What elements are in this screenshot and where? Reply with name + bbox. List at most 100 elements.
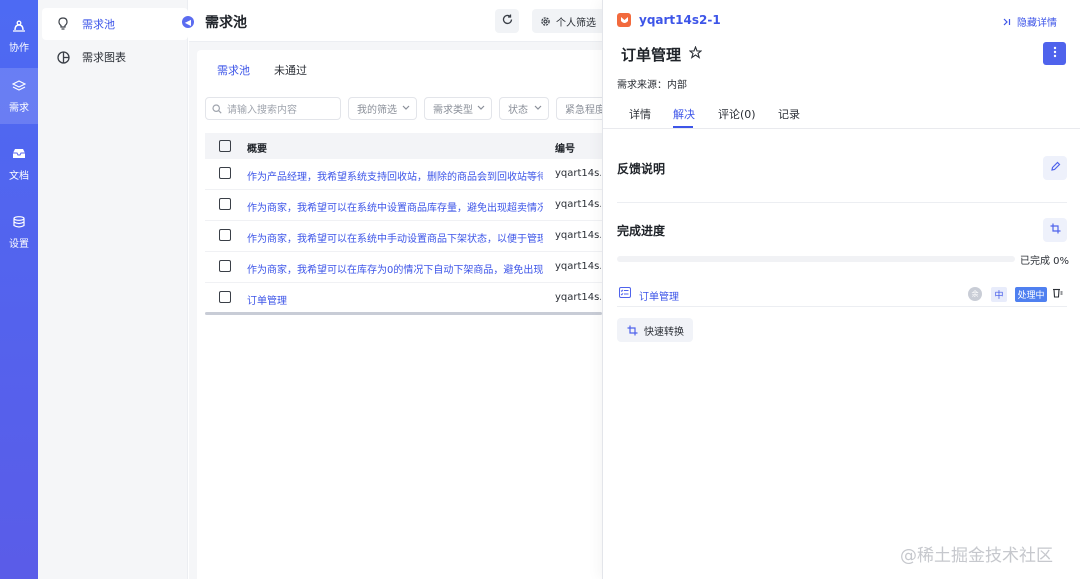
table-row[interactable]: 订单管理 yqart14s...	[205, 283, 602, 314]
row-checkbox[interactable]	[219, 260, 231, 272]
requirement-type-dropdown[interactable]: 需求类型	[424, 97, 492, 120]
page-title: 需求池	[205, 15, 247, 31]
rail-item-collab[interactable]: 协作	[0, 8, 38, 64]
team-icon	[12, 19, 26, 33]
refresh-button[interactable]	[495, 9, 519, 33]
rail-item-requirements[interactable]: 需求	[0, 68, 38, 124]
chevron-down-icon	[402, 103, 410, 111]
column-header-summary: 概要	[247, 144, 267, 155]
chevron-down-icon	[477, 103, 485, 111]
collapse-right-icon	[1003, 18, 1011, 26]
refresh-icon	[502, 14, 513, 28]
row-code: yqart14s...	[555, 230, 601, 241]
tab-comments[interactable]: 评论(0)	[718, 106, 756, 122]
quick-convert-label: 快速转换	[644, 326, 684, 338]
dropdown-label: 状态	[508, 105, 528, 116]
rail-item-settings[interactable]: 设置	[0, 204, 38, 260]
avatar[interactable]: 余	[968, 287, 982, 301]
subnav-item-label: 需求图表	[82, 51, 126, 64]
dropdown-label: 需求类型	[433, 105, 473, 116]
search-placeholder: 请输入搜索内容	[227, 105, 297, 116]
subnav-item-requirement-chart[interactable]: 需求图表	[42, 41, 188, 73]
table-row[interactable]: 作为商家，我希望可以在库存为0的情况下自动下架商品，避免出现超 yqart14s…	[205, 252, 602, 283]
sub-requirement-row[interactable]: 订单管理 余 中 处理中	[617, 283, 1067, 307]
status-dropdown[interactable]: 状态	[499, 97, 549, 120]
tab-requirement-pool[interactable]: 需求池	[217, 62, 250, 86]
database-icon	[12, 215, 26, 229]
dropdown-label: 紧急程度	[565, 105, 605, 116]
table-row[interactable]: 作为商家，我希望可以在系统中设置商品库存量，避免出现超卖情况 yqart14s.…	[205, 190, 602, 221]
chevron-left-icon: ◀	[184, 17, 192, 27]
active-tab-indicator	[673, 126, 693, 128]
detail-tabs: 详情 解决 评论(0) 记录	[603, 102, 1080, 129]
rail-item-label: 设置	[9, 238, 29, 250]
sub-nav: 需求池 需求图表	[38, 0, 188, 579]
quick-convert-button[interactable]: 快速转换	[617, 318, 693, 342]
row-title-link[interactable]: 作为商家，我希望可以在库存为0的情况下自动下架商品，避免出现超	[247, 261, 543, 276]
row-checkbox[interactable]	[219, 198, 231, 210]
search-input[interactable]: 请输入搜索内容	[205, 97, 341, 120]
crop-action-button[interactable]	[1043, 218, 1067, 242]
hide-detail-label: 隐藏详情	[1017, 18, 1057, 29]
feedback-section-title: 反馈说明	[617, 162, 666, 176]
row-checkbox[interactable]	[219, 291, 231, 303]
row-checkbox[interactable]	[219, 229, 231, 241]
status-badge[interactable]: 处理中	[1015, 287, 1047, 302]
subnav-item-label: 需求池	[82, 18, 115, 31]
requirement-list-card: 需求池 未通过 请输入搜索内容 我的筛选 需求类型 状态 紧急程度 概要 编号	[197, 50, 616, 579]
left-rail: 协作 需求 文档 设置	[0, 0, 38, 579]
tab-rejected[interactable]: 未通过	[274, 62, 307, 86]
row-title-link[interactable]: 作为商家，我希望可以在系统中手动设置商品下架状态，以便于管理	[247, 230, 543, 245]
hide-detail-button[interactable]: 隐藏详情	[1003, 14, 1057, 29]
requirement-type-icon	[617, 13, 631, 27]
convert-icon	[627, 325, 638, 336]
watermark: @稀土掘金技术社区	[900, 546, 1053, 566]
table-row[interactable]: 作为商家，我希望可以在系统中手动设置商品下架状态，以便于管理 yqart14s.…	[205, 221, 602, 252]
priority-badge[interactable]: 中	[991, 287, 1007, 302]
sub-requirement-name[interactable]: 订单管理	[639, 288, 679, 303]
row-checkbox[interactable]	[219, 167, 231, 179]
pie-chart-icon	[56, 50, 70, 64]
dropdown-label: 我的筛选	[357, 105, 397, 116]
bulb-icon	[56, 17, 70, 31]
table-row[interactable]: 作为产品经理，我希望系统支持回收站，删除的商品会到回收站等待 yqart14s.…	[205, 159, 602, 190]
requirement-source: 需求来源：内部	[617, 80, 687, 91]
row-title-link[interactable]: 订单管理	[247, 292, 543, 307]
rail-item-label: 协作	[9, 42, 29, 54]
main-area: 需求池 个人筛选 需求池 未通过 请输入搜索内容 我的筛选 需求类型 状态 紧急…	[189, 0, 616, 579]
row-title-link[interactable]: 作为产品经理，我希望系统支持回收站，删除的商品会到回收站等待	[247, 168, 543, 183]
inbox-icon	[12, 147, 26, 161]
progress-bar	[617, 256, 1015, 262]
tab-detail[interactable]: 详情	[629, 106, 651, 122]
requirement-code[interactable]: yqart14s2-1	[639, 13, 721, 27]
section-divider	[617, 202, 1067, 203]
more-vertical-icon	[1053, 46, 1057, 61]
row-title-link[interactable]: 作为商家，我希望可以在系统中设置商品库存量，避免出现超卖情况	[247, 199, 543, 214]
edit-icon	[1050, 161, 1061, 175]
subnav-item-requirement-pool[interactable]: 需求池	[42, 8, 188, 40]
table-header: 概要 编号	[205, 133, 602, 159]
column-header-code: 编号	[555, 144, 575, 155]
star-icon[interactable]	[689, 46, 702, 59]
row-code: yqart14s...	[555, 199, 601, 210]
list-tabs: 需求池 未通过	[217, 62, 331, 86]
detail-title: 订单管理	[621, 46, 682, 64]
delete-icon[interactable]	[1052, 287, 1063, 298]
edit-feedback-button[interactable]	[1043, 156, 1067, 180]
progress-section-title: 完成进度	[617, 224, 666, 238]
detail-panel: yqart14s2-1 隐藏详情 订单管理 需求来源：内部 详情 解决 评论(0…	[602, 0, 1080, 579]
rail-item-label: 文档	[9, 170, 29, 182]
progress-text: 已完成 0%	[1020, 256, 1070, 267]
personal-filter-button[interactable]: 个人筛选	[532, 9, 612, 33]
row-code: yqart14s...	[555, 292, 601, 303]
tab-resolve[interactable]: 解决	[673, 106, 695, 122]
collapse-sidebar-button[interactable]: ◀	[182, 16, 194, 28]
row-code: yqart14s...	[555, 168, 601, 179]
tab-records[interactable]: 记录	[778, 106, 800, 122]
horizontal-scrollbar[interactable]	[205, 312, 602, 315]
select-all-checkbox[interactable]	[219, 140, 231, 152]
more-actions-button[interactable]	[1043, 42, 1066, 65]
my-filter-dropdown[interactable]: 我的筛选	[348, 97, 417, 120]
rail-item-docs[interactable]: 文档	[0, 136, 38, 192]
gear-icon	[540, 16, 551, 27]
